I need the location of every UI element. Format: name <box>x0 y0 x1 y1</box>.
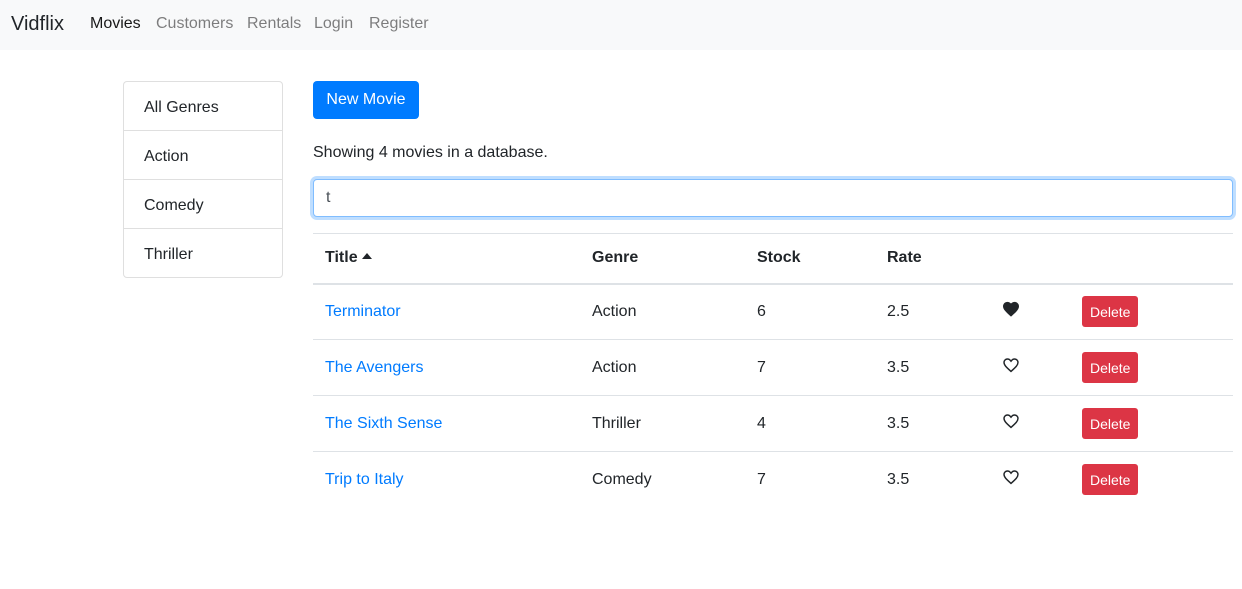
heart-outline-icon[interactable] <box>1002 469 1020 485</box>
column-header-like <box>990 234 1070 284</box>
genre-item-thriller[interactable]: Thriller <box>124 228 282 277</box>
movie-title-link[interactable]: The Avengers <box>325 359 423 376</box>
movie-title-link[interactable]: Terminator <box>325 303 401 320</box>
column-title-label: Title <box>325 249 358 267</box>
cell-title: Terminator <box>313 284 580 340</box>
cell-like <box>990 452 1070 508</box>
movie-title-link[interactable]: Trip to Italy <box>325 471 404 488</box>
cell-rate: 3.5 <box>887 470 910 488</box>
cell-genre: Thriller <box>592 414 641 432</box>
cell-genre: Action <box>592 302 637 320</box>
nav-link-register[interactable]: Register <box>369 15 429 33</box>
genre-item-action[interactable]: Action <box>124 130 282 179</box>
cell-actions: Delete <box>1070 452 1233 508</box>
column-header-genre[interactable]: Genre <box>580 234 745 284</box>
cell-rate: 3.5 <box>887 414 910 432</box>
cell-stock: 4 <box>757 414 766 432</box>
cell-genre: Action <box>592 358 637 376</box>
brand-logo[interactable]: Vidflix <box>11 13 64 36</box>
heart-filled-icon[interactable] <box>1002 301 1020 317</box>
nav-link-movies[interactable]: Movies <box>90 15 141 33</box>
cell-like <box>990 284 1070 340</box>
cell-like <box>990 340 1070 396</box>
column-header-stock[interactable]: Stock <box>745 234 875 284</box>
delete-button[interactable]: Delete <box>1082 352 1139 383</box>
delete-button[interactable]: Delete <box>1082 408 1139 439</box>
genre-list: All Genres Action Comedy Thriller <box>123 81 283 278</box>
cell-title: Trip to Italy <box>313 452 580 508</box>
movies-table: Title Genre Stock Rate Terminator Action 6… <box>313 233 1233 508</box>
cell-stock: 7 <box>757 358 766 376</box>
heart-outline-icon[interactable] <box>1002 357 1020 373</box>
cell-genre: Comedy <box>592 470 652 488</box>
cell-title: The Sixth Sense <box>313 396 580 452</box>
table-row: Trip to Italy Comedy 7 3.5 Delete <box>313 452 1233 508</box>
table-row: The Avengers Action 7 3.5 Delete <box>313 340 1233 396</box>
delete-button[interactable]: Delete <box>1082 464 1139 496</box>
genre-item-comedy[interactable]: Comedy <box>124 179 282 228</box>
table-row: The Sixth Sense Thriller 4 3.5 Delete <box>313 396 1233 452</box>
nav-link-customers[interactable]: Customers <box>156 15 233 33</box>
cell-stock: 6 <box>757 302 766 320</box>
column-header-rate[interactable]: Rate <box>875 234 990 284</box>
delete-button[interactable]: Delete <box>1082 296 1139 328</box>
new-movie-button[interactable]: New Movie <box>313 81 419 119</box>
cell-rate: 3.5 <box>887 358 910 376</box>
table-header: Title Genre Stock Rate <box>313 233 1233 284</box>
cell-actions: Delete <box>1070 340 1233 396</box>
nav-link-login[interactable]: Login <box>314 15 353 33</box>
genre-item-all[interactable]: All Genres <box>124 82 282 130</box>
column-header-actions <box>1070 234 1233 284</box>
movie-title-link[interactable]: The Sixth Sense <box>325 415 442 432</box>
navbar: Vidflix Movies Customers Rentals Login R… <box>0 0 1242 50</box>
cell-stock: 7 <box>757 470 766 488</box>
table-body: Terminator Action 6 2.5 Delete The Avengers Ac… <box>313 284 1233 508</box>
column-header-title[interactable]: Title <box>313 234 580 284</box>
cell-actions: Delete <box>1070 284 1233 340</box>
cell-rate: 2.5 <box>887 302 910 320</box>
cell-title: The Avengers <box>313 340 580 396</box>
table-row: Terminator Action 6 2.5 Delete <box>313 284 1233 340</box>
search-input[interactable] <box>313 179 1233 217</box>
nav-link-rentals[interactable]: Rentals <box>247 15 301 33</box>
cell-actions: Delete <box>1070 396 1233 452</box>
heart-outline-icon[interactable] <box>1002 413 1020 429</box>
movie-count-text: Showing 4 movies in a database. <box>313 144 548 161</box>
caret-up-icon <box>361 253 372 260</box>
cell-like <box>990 396 1070 452</box>
